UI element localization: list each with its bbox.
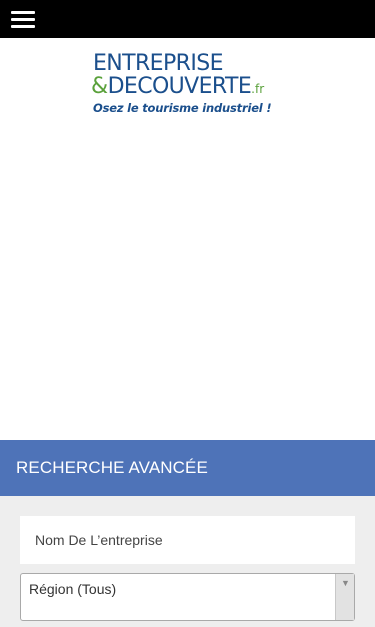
hamburger-menu-icon[interactable] bbox=[11, 9, 37, 29]
logo-title-line2: &DECOUVERTE.fr bbox=[91, 75, 264, 101]
advanced-search-title: RECHERCHE AVANCÉE bbox=[16, 458, 208, 477]
advanced-search-header: RECHERCHE AVANCÉE bbox=[0, 440, 375, 496]
top-navigation-bar bbox=[0, 0, 375, 38]
banner-area bbox=[0, 126, 375, 440]
logo-tagline: Osez le tourisme industriel ! bbox=[93, 101, 272, 115]
hamburger-line bbox=[11, 25, 35, 28]
logo-title-word: DECOUVERTE bbox=[107, 74, 252, 99]
logo-domain-suffix: .fr bbox=[251, 82, 265, 96]
advanced-search-section: RECHERCHE AVANCÉE Région (Tous) ▼ bbox=[0, 440, 375, 627]
logo-title-line1: ENTREPRISE bbox=[93, 51, 223, 76]
company-name-input[interactable] bbox=[20, 516, 355, 564]
region-dropdown-button[interactable]: ▼ bbox=[335, 574, 354, 620]
site-logo[interactable]: ENTREPRISE &DECOUVERTE.fr Osez le touris… bbox=[91, 52, 287, 118]
region-select[interactable]: Région (Tous) ▼ bbox=[20, 573, 355, 621]
logo-ampersand: & bbox=[91, 74, 108, 99]
dropdown-arrow-icon: ▼ bbox=[341, 578, 350, 588]
hamburger-line bbox=[11, 18, 35, 21]
region-select-value: Région (Tous) bbox=[29, 581, 117, 597]
hamburger-line bbox=[11, 11, 35, 14]
